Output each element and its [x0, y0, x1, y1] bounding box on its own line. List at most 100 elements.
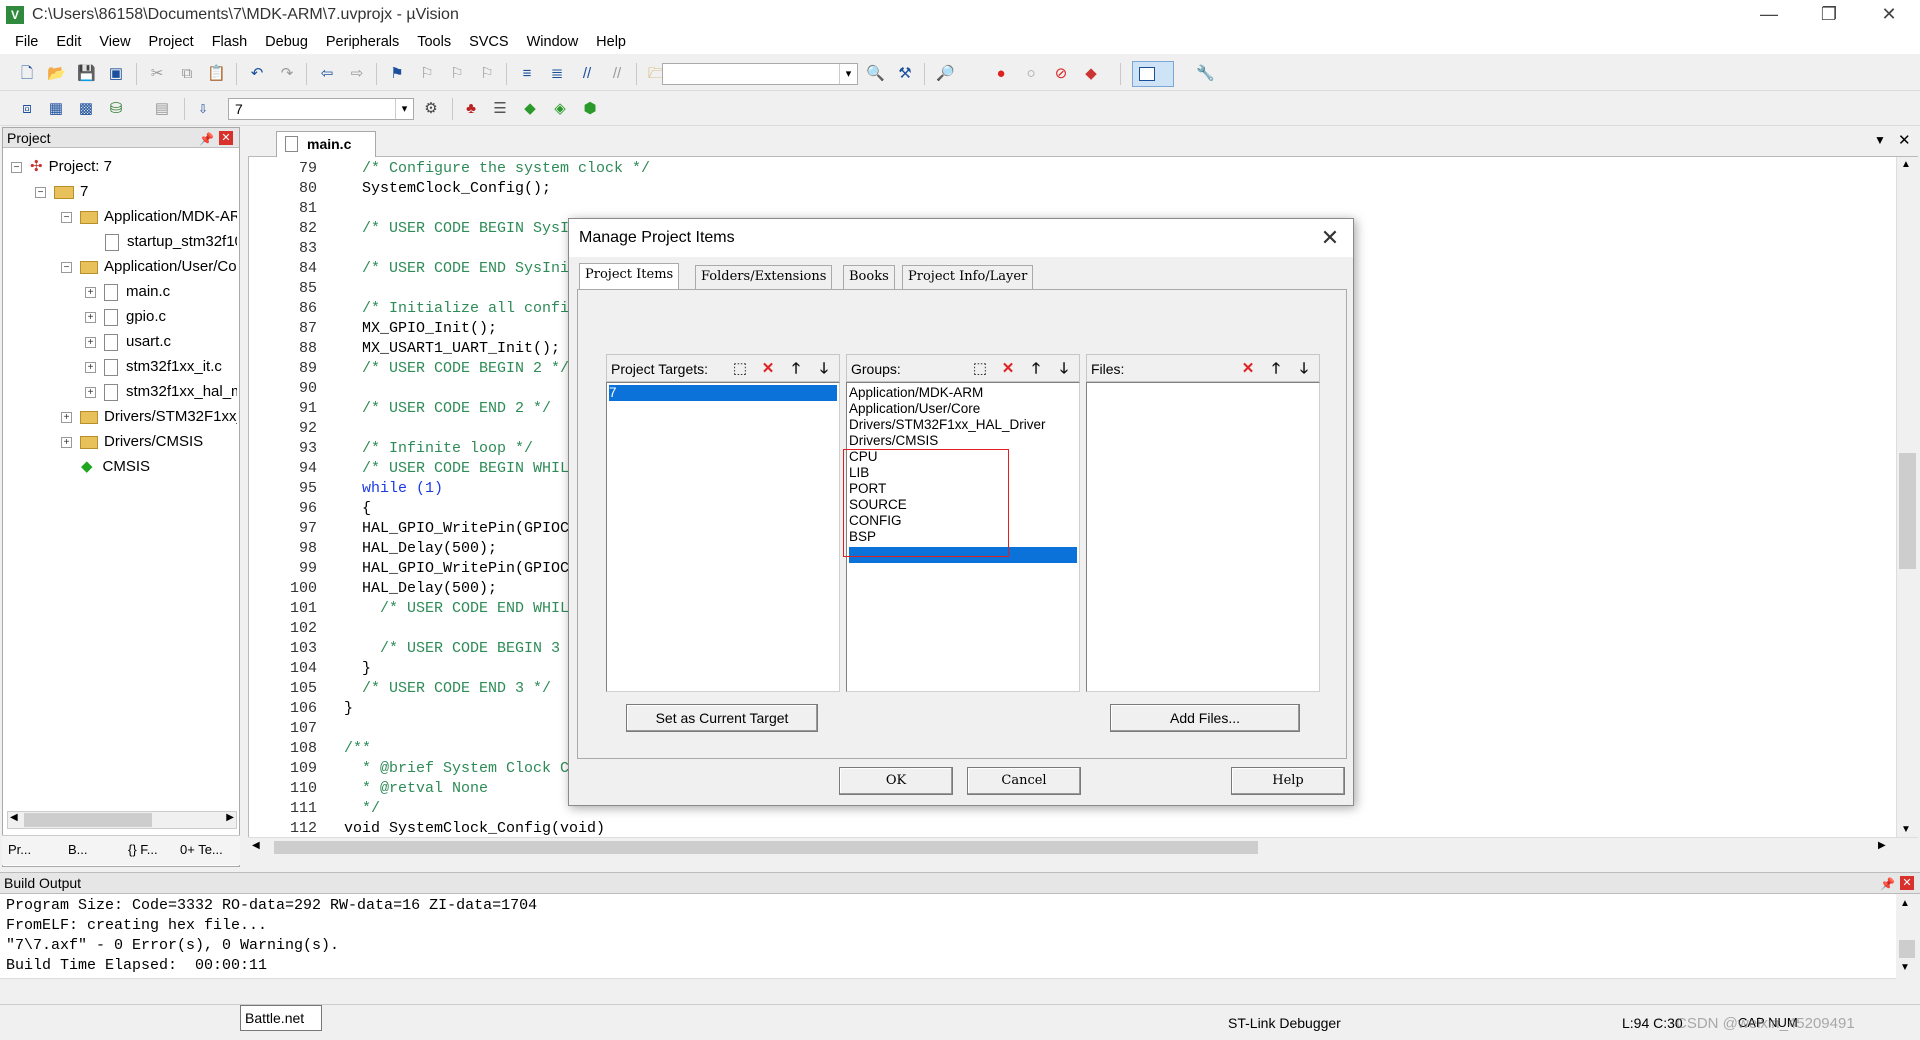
pin-icon[interactable]: 📌: [199, 129, 214, 149]
open-file-icon[interactable]: 📂: [47, 65, 66, 83]
tab-list-icon[interactable]: ▼: [1874, 133, 1886, 147]
save-all-icon[interactable]: ▣: [107, 65, 125, 83]
project-hscroll[interactable]: ◀ ▶: [7, 811, 237, 829]
editor-hscroll[interactable]: ◀ ▶: [248, 837, 1918, 857]
move-up-icon[interactable]: 🡑: [1027, 360, 1045, 378]
list-item[interactable]: 7: [609, 385, 837, 401]
pack-installer-icon[interactable]: ◆: [521, 100, 539, 118]
expand-icon[interactable]: +: [61, 436, 72, 448]
move-up-icon[interactable]: 🡑: [787, 360, 805, 378]
comment-icon[interactable]: //: [578, 65, 596, 83]
redo-icon[interactable]: ↷: [278, 65, 296, 83]
debug-session-icon[interactable]: 🔎: [936, 65, 955, 83]
new-group-icon[interactable]: ⬚: [971, 360, 989, 378]
expand-icon[interactable]: +: [85, 336, 96, 348]
menu-tools[interactable]: Tools: [408, 34, 460, 50]
move-down-icon[interactable]: 🡓: [815, 360, 833, 378]
bookmark-clear-icon[interactable]: ⚐: [478, 65, 496, 83]
tree-item-group-cmsis[interactable]: + Drivers/CMSIS: [61, 430, 237, 454]
scroll-thumb[interactable]: [274, 841, 1258, 854]
cancel-button[interactable]: Cancel: [967, 767, 1081, 795]
menu-project[interactable]: Project: [140, 34, 203, 50]
tab-functions[interactable]: {} F...: [128, 842, 158, 857]
bookmark-next-icon[interactable]: ⚐: [448, 65, 466, 83]
scroll-left-icon[interactable]: ◀: [10, 812, 18, 823]
scroll-thumb[interactable]: [1899, 940, 1915, 958]
window-layout-button[interactable]: [1132, 61, 1174, 87]
scroll-thumb[interactable]: [24, 813, 152, 827]
delete-target-icon[interactable]: ✕: [759, 360, 777, 378]
scroll-up-icon[interactable]: ▲: [1901, 159, 1911, 170]
menu-file[interactable]: File: [6, 34, 47, 50]
manage-project-items-icon[interactable]: ♣: [462, 100, 480, 118]
find-icon[interactable]: 🔍: [866, 65, 885, 83]
collapse-icon[interactable]: −: [61, 211, 72, 223]
rebuild-icon[interactable]: ▩: [77, 100, 95, 118]
ok-button[interactable]: OK: [839, 767, 953, 795]
build-vscroll[interactable]: ▲ ▼: [1896, 894, 1918, 978]
delete-file-icon[interactable]: ✕: [1239, 360, 1257, 378]
build-output-panel[interactable]: Program Size: Code=3332 RO-data=292 RW-d…: [0, 894, 1896, 978]
batch-build-icon[interactable]: ⛁: [107, 100, 125, 118]
cut-icon[interactable]: ✂: [148, 65, 166, 83]
paste-icon[interactable]: 📋: [207, 65, 226, 83]
menu-window[interactable]: Window: [518, 34, 588, 50]
tree-item-file-startup[interactable]: startup_stm32f103xb.s: [105, 230, 237, 254]
menu-svcs[interactable]: SVCS: [460, 34, 518, 50]
tab-books[interactable]: B...: [68, 842, 88, 857]
expand-icon[interactable]: +: [85, 386, 96, 398]
new-file-icon[interactable]: 🗋: [18, 65, 36, 83]
files-list[interactable]: [1086, 382, 1320, 692]
bookmark-prev-icon[interactable]: ⚐: [418, 65, 436, 83]
manage-components-icon[interactable]: ☰: [491, 100, 509, 118]
scroll-down-icon[interactable]: ▼: [1900, 962, 1910, 973]
scroll-right-icon[interactable]: ▶: [226, 812, 234, 823]
add-files-button[interactable]: Add Files...: [1110, 704, 1300, 732]
list-item[interactable]: Drivers/STM32F1xx_HAL_Driver: [849, 417, 1046, 433]
indent-icon[interactable]: ≡: [518, 65, 536, 83]
close-tab-icon[interactable]: ✕: [1898, 131, 1911, 149]
move-down-icon[interactable]: 🡓: [1055, 360, 1073, 378]
menu-peripherals[interactable]: Peripherals: [317, 34, 408, 50]
collapse-icon[interactable]: −: [61, 261, 72, 273]
help-button[interactable]: Help: [1231, 767, 1345, 795]
menu-help[interactable]: Help: [587, 34, 635, 50]
close-window-button[interactable]: ✕: [1860, 0, 1918, 30]
stop-build-icon[interactable]: ▤: [153, 100, 171, 118]
breakpoint-icon[interactable]: ●: [992, 65, 1010, 83]
tree-item-group-user-core[interactable]: − Application/User/Core: [61, 255, 237, 279]
tree-item-file-it[interactable]: + stm32f1xx_it.c: [85, 355, 237, 379]
select-software-packs-icon[interactable]: ⬢: [581, 100, 599, 118]
tree-item-file-main[interactable]: + main.c: [85, 280, 237, 304]
new-target-icon[interactable]: ⬚: [731, 360, 749, 378]
scroll-left-icon[interactable]: ◀: [252, 840, 260, 851]
tab-books[interactable]: Books: [843, 265, 895, 289]
menu-debug[interactable]: Debug: [256, 34, 317, 50]
expand-icon[interactable]: +: [85, 361, 96, 373]
download-load-icon[interactable]: ⇩: [194, 100, 212, 118]
move-up-icon[interactable]: 🡑: [1267, 360, 1285, 378]
tree-item-file-hal-msp[interactable]: +stm32f1xx_hal_msp.c: [85, 380, 237, 404]
build-icon[interactable]: ▦: [47, 100, 65, 118]
copy-icon[interactable]: ⧉: [178, 65, 196, 83]
tree-item-project[interactable]: − ✣ Project: 7: [11, 155, 237, 179]
run-time-environment-icon[interactable]: ◈: [551, 100, 569, 118]
search-combo[interactable]: ▾: [662, 63, 858, 85]
save-icon[interactable]: 💾: [77, 65, 96, 83]
disable-all-breakpoints-icon[interactable]: ⊘: [1052, 65, 1070, 83]
target-options-icon[interactable]: ⚙: [422, 100, 440, 118]
unindent-icon[interactable]: ≣: [548, 65, 566, 83]
list-item[interactable]: Drivers/CMSIS: [849, 433, 938, 449]
editor-vscroll[interactable]: ▲ ▼: [1896, 157, 1918, 837]
kill-breakpoints-icon[interactable]: ◆: [1082, 65, 1100, 83]
menu-flash[interactable]: Flash: [203, 34, 256, 50]
set-current-target-button[interactable]: Set as Current Target: [626, 704, 818, 732]
close-pane-icon[interactable]: ✕: [1900, 876, 1914, 890]
collapse-icon[interactable]: −: [35, 186, 46, 198]
expand-icon[interactable]: +: [61, 411, 72, 423]
tree-item-file-gpio[interactable]: + gpio.c: [85, 305, 237, 329]
tab-main-c[interactable]: main.c: [276, 131, 376, 157]
targets-list[interactable]: 7: [606, 382, 840, 692]
configure-icon[interactable]: 🔧: [1196, 65, 1215, 83]
tree-item-group-hal-driver[interactable]: +Drivers/STM32F1xx_HAL_Driver: [61, 405, 237, 429]
